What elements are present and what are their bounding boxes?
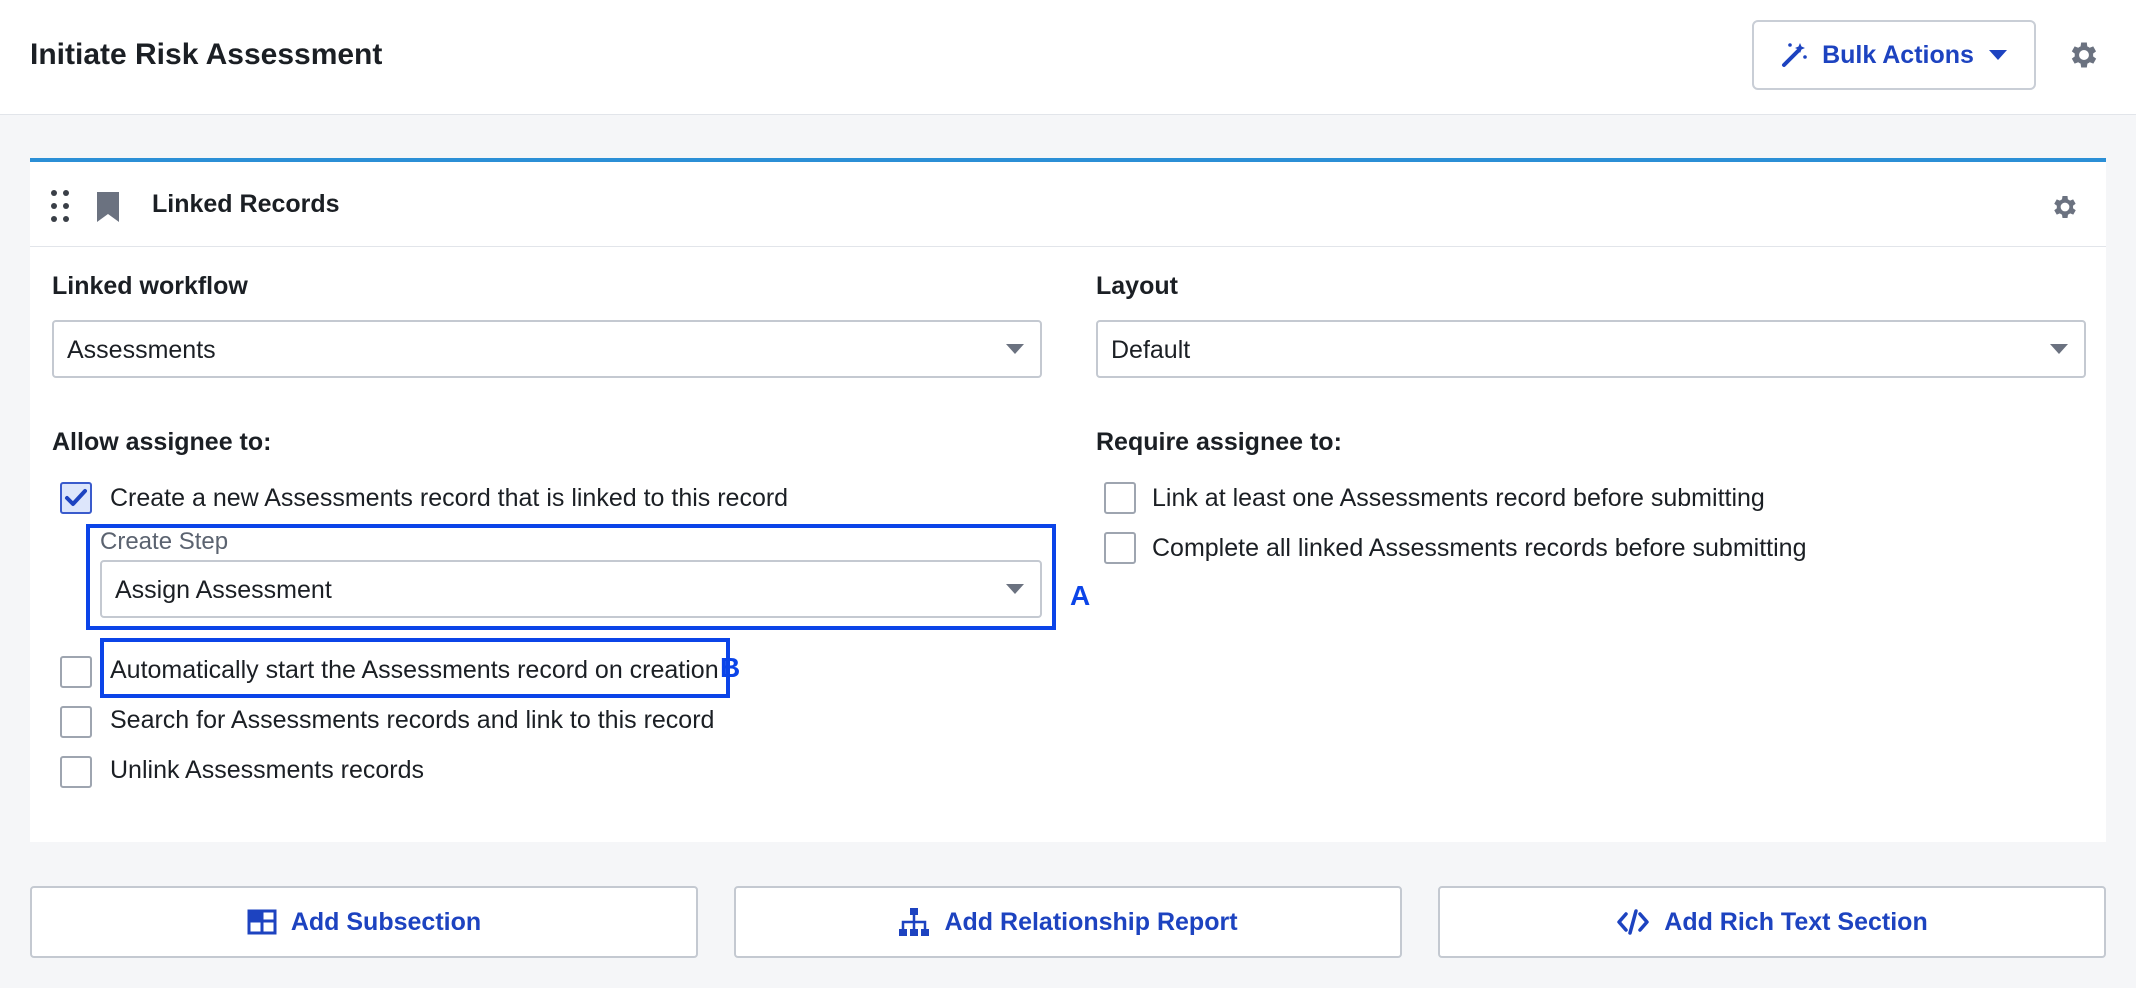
chevron-down-icon (1006, 584, 1024, 594)
create-step-select[interactable]: Assign Assessment (100, 560, 1042, 618)
code-icon (1617, 909, 1650, 935)
layout-label: Layout (1096, 272, 1178, 300)
hierarchy-icon (899, 908, 930, 936)
bookmark-icon (97, 192, 119, 222)
unlink-checkbox[interactable] (60, 756, 92, 788)
gear-icon[interactable] (2067, 38, 2101, 72)
search-link-label: Search for Assessments records and link … (110, 706, 715, 734)
callout-b-letter: B (720, 652, 741, 683)
layout-value: Default (1111, 336, 1191, 364)
linked-workflow-value: Assessments (67, 336, 216, 364)
link-one-label: Link at least one Assessments record bef… (1152, 484, 1765, 512)
create-step-value: Assign Assessment (115, 576, 332, 604)
chevron-down-icon (2050, 344, 2068, 354)
page-title: Initiate Risk Assessment (30, 38, 383, 71)
layout-select[interactable]: Default (1096, 320, 2086, 378)
gear-icon[interactable] (2050, 192, 2080, 222)
layout-icon (247, 909, 277, 935)
chevron-down-icon (1988, 50, 2007, 60)
link-one-checkbox[interactable] (1104, 482, 1136, 514)
section-title: Linked Records (152, 190, 340, 218)
callout-a-letter: A (1070, 580, 1091, 611)
complete-all-checkbox[interactable] (1104, 532, 1136, 564)
add-rich-text-section-button[interactable]: Add Rich Text Section (1438, 886, 2106, 958)
add-relationship-report-button[interactable]: Add Relationship Report (734, 886, 1402, 958)
create-record-label: Create a new Assessments record that is … (110, 484, 789, 512)
add-subsection-label: Add Subsection (290, 907, 482, 936)
auto-start-label: Automatically start the Assessments reco… (110, 656, 719, 684)
auto-start-checkbox[interactable] (60, 656, 92, 688)
add-rich-text-section-label: Add Rich Text Section (1664, 907, 1928, 936)
chevron-down-icon (1006, 344, 1024, 354)
drag-handle-icon[interactable] (48, 188, 72, 224)
section-header: Linked Records (30, 162, 2106, 247)
top-bar: Initiate Risk Assessment Bulk Actions (0, 0, 2136, 115)
linked-records-section: Linked Records Linked workflow Assessmen… (30, 158, 2106, 842)
linked-workflow-select[interactable]: Assessments (52, 320, 1042, 378)
add-relationship-report-label: Add Relationship Report (944, 907, 1238, 936)
bulk-actions-button[interactable]: Bulk Actions (1752, 20, 2036, 90)
linked-workflow-label: Linked workflow (52, 272, 248, 300)
allow-assignee-heading: Allow assignee to: (52, 428, 272, 456)
unlink-label: Unlink Assessments records (110, 756, 425, 784)
magic-wand-icon (1782, 43, 1807, 67)
create-record-checkbox[interactable] (60, 482, 92, 514)
complete-all-label: Complete all linked Assessments records … (1152, 534, 1807, 562)
search-link-checkbox[interactable] (60, 706, 92, 738)
require-assignee-heading: Require assignee to: (1096, 428, 1342, 456)
bulk-actions-label: Bulk Actions (1822, 40, 1974, 69)
create-step-label: Create Step (100, 528, 229, 555)
checkmark-icon (65, 489, 87, 506)
add-subsection-button[interactable]: Add Subsection (30, 886, 698, 958)
